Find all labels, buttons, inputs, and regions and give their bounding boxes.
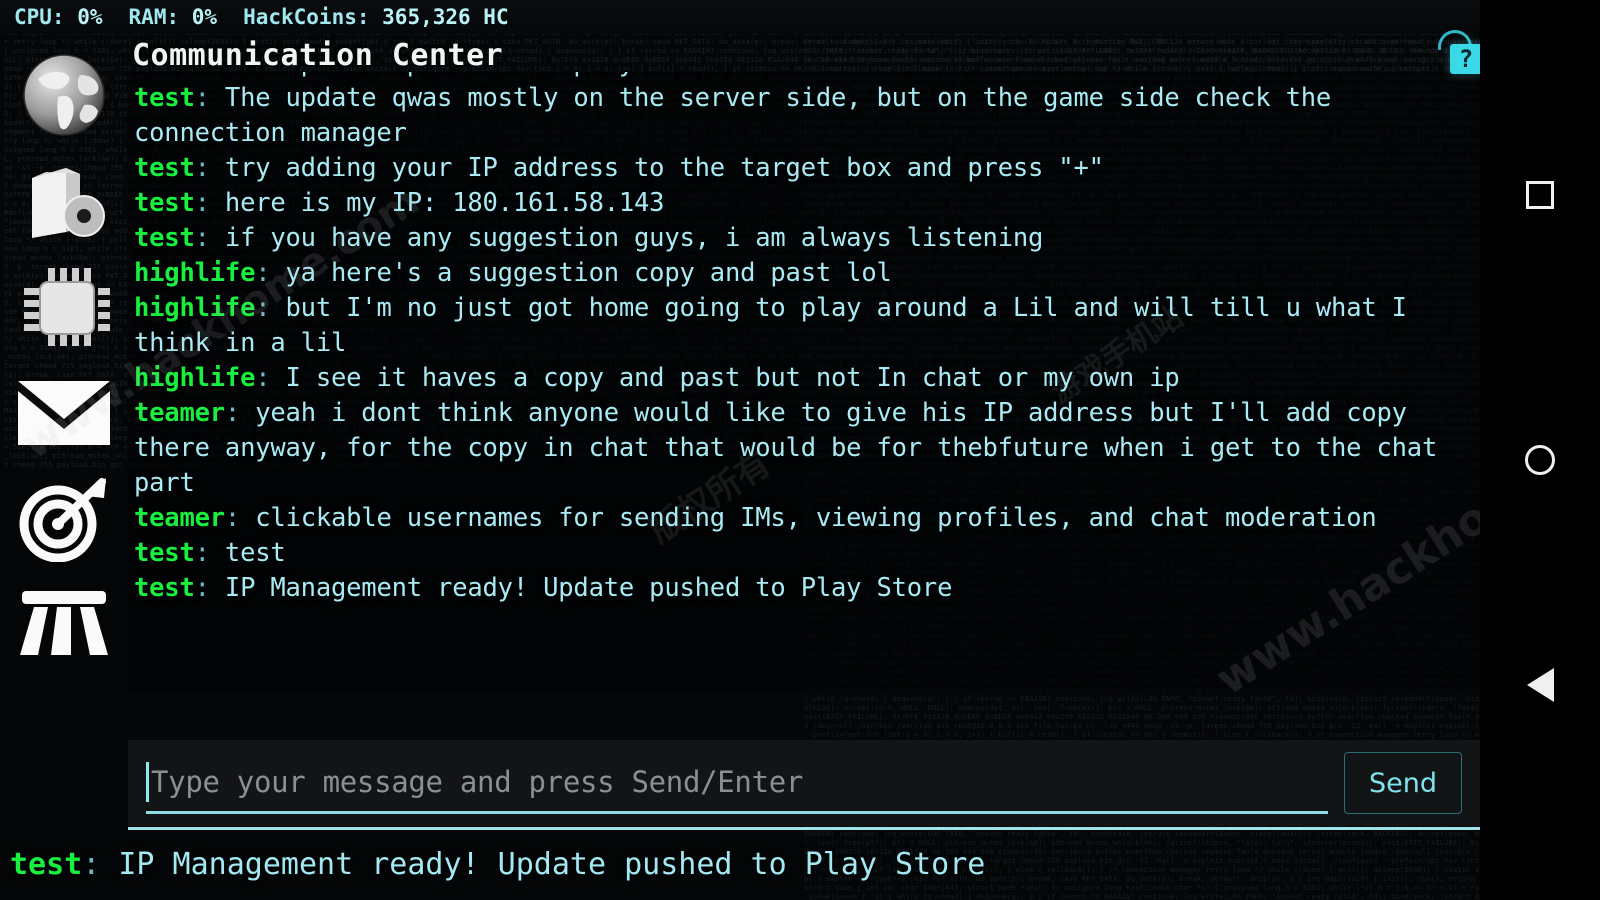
sidebar-item-bank[interactable] xyxy=(16,580,112,670)
cpu-value: 0% xyxy=(77,5,103,29)
chat-text: I see it haves a copy and past but not I… xyxy=(285,363,1180,393)
android-navbar xyxy=(1480,0,1600,900)
chat-separator: : xyxy=(194,83,210,113)
chat-message: test: IP Management ready! Update pushed… xyxy=(134,571,1466,606)
status-bar: CPU: 0% RAM: 0% HackCoins: 365,326 HC xyxy=(0,0,1600,34)
chat-username[interactable]: highlife xyxy=(134,293,255,323)
hackcoins-stat: HackCoins: 365,326 HC xyxy=(243,5,509,29)
app-root: for (int i = 0; i < n; i++) { buf[i] = r… xyxy=(0,0,1600,900)
chat-message: highlife: I see it haves a copy and past… xyxy=(134,361,1466,396)
chat-text: IP Management ready! Update pushed to Pl… xyxy=(224,573,953,603)
chat-message: test: New update uploaded to play store.… xyxy=(134,72,1466,81)
chat-username[interactable]: highlife xyxy=(134,258,255,288)
chat-username[interactable]: test xyxy=(134,188,195,218)
chat-username[interactable]: test xyxy=(134,153,195,183)
page-title: Communication Center xyxy=(132,38,504,73)
help-icon[interactable]: ? xyxy=(1450,44,1482,74)
chat-text: clickable usernames for sending IMs, vie… xyxy=(255,503,1377,533)
bank-icon xyxy=(18,585,110,665)
sidebar-item-software[interactable] xyxy=(16,156,112,246)
triangle-back-icon xyxy=(1526,668,1554,702)
chat-message: test: try adding your IP address to the … xyxy=(134,151,1466,186)
chat-username[interactable]: test xyxy=(134,223,195,253)
chat-message: test: test xyxy=(134,536,1466,571)
chat-text: test xyxy=(224,538,286,568)
chat-separator: : xyxy=(194,153,210,183)
chat-username[interactable]: test xyxy=(134,83,195,113)
cpu-label: CPU: xyxy=(14,5,65,29)
sidebar-item-world[interactable] xyxy=(16,50,112,140)
chat-message: highlife: ya here's a suggestion copy an… xyxy=(134,256,1466,291)
chat-message: highlife: but I'm no just got home going… xyxy=(134,291,1466,361)
chat-username[interactable]: highlife xyxy=(134,363,255,393)
chat-username[interactable]: test xyxy=(134,538,195,568)
ticker-text: IP Management ready! Update pushed to Pl… xyxy=(118,846,986,882)
recents-button[interactable] xyxy=(1480,160,1600,230)
back-button[interactable] xyxy=(1480,650,1600,720)
target-arrow-icon xyxy=(18,476,110,562)
chat-message: test: if you have any suggestion guys, i… xyxy=(134,221,1466,256)
text-caret xyxy=(146,761,149,802)
circle-icon xyxy=(1525,445,1555,475)
cpu-chip-icon xyxy=(18,264,110,350)
chat-message: teamer: yeah i dont think anyone would l… xyxy=(134,396,1466,501)
square-icon xyxy=(1526,181,1554,209)
chat-message: test: The update qwas mostly on the serv… xyxy=(134,81,1466,151)
chat-text: yeah i dont think anyone would like to g… xyxy=(134,398,1438,498)
ram-stat: RAM: 0% xyxy=(129,5,218,29)
chat-message: test: here is my IP: 180.161.58.143 xyxy=(134,186,1466,221)
sidebar-item-targets[interactable] xyxy=(16,474,112,564)
ticker-separator: : xyxy=(82,846,101,882)
chat-text: if you have any suggestion guys, i am al… xyxy=(224,223,1044,253)
ticker-username: test xyxy=(10,846,83,882)
chat-separator: : xyxy=(255,363,271,393)
chat-username[interactable]: teamer xyxy=(134,503,225,533)
chat-username[interactable]: test xyxy=(134,573,195,603)
chat-text: The update qwas mostly on the server sid… xyxy=(134,83,1332,148)
software-box-icon xyxy=(18,158,110,244)
hackcoins-label: HackCoins: xyxy=(243,5,370,29)
chat-separator: : xyxy=(194,223,210,253)
message-composer: Type your message and press Send/Enter S… xyxy=(128,740,1480,826)
chat-separator: : xyxy=(255,258,271,288)
sidebar xyxy=(0,34,128,824)
chat-separator: : xyxy=(194,538,210,568)
hackcoins-value: 365,326 HC xyxy=(382,5,509,29)
chat-separator: : xyxy=(224,503,241,533)
chat-text: here is my IP: 180.161.58.143 xyxy=(224,188,665,218)
message-input[interactable]: Type your message and press Send/Enter xyxy=(146,752,1328,814)
globe-icon xyxy=(18,49,110,141)
chat-log[interactable]: test: New update uploaded to play store.… xyxy=(128,72,1480,692)
ticker-line: test: IP Management ready! Update pushed… xyxy=(10,847,985,882)
chat-text: ya here's a suggestion copy and past lol xyxy=(285,258,892,288)
home-button[interactable] xyxy=(1480,425,1600,495)
envelope-icon xyxy=(16,377,112,449)
chat-text: but I'm no just got home going to play a… xyxy=(134,293,1407,358)
message-input-placeholder: Type your message and press Send/Enter xyxy=(151,764,804,799)
send-button[interactable]: Send xyxy=(1344,752,1462,814)
ram-label: RAM: xyxy=(128,5,180,29)
chat-separator: : xyxy=(194,573,210,603)
chat-separator: : xyxy=(255,293,271,323)
sidebar-item-hardware[interactable] xyxy=(16,262,112,352)
chat-message: teamer: clickable usernames for sending … xyxy=(134,501,1466,536)
status-ticker: test: IP Management ready! Update pushed… xyxy=(0,828,1600,900)
chat-separator: : xyxy=(194,188,210,218)
sidebar-item-mail[interactable] xyxy=(16,368,112,458)
cpu-stat: CPU: 0% xyxy=(14,5,103,29)
ram-value: 0% xyxy=(191,5,218,29)
chat-username[interactable]: teamer xyxy=(134,398,225,428)
chat-separator: : xyxy=(224,398,241,428)
chat-text: try adding your IP address to the target… xyxy=(224,153,1104,183)
